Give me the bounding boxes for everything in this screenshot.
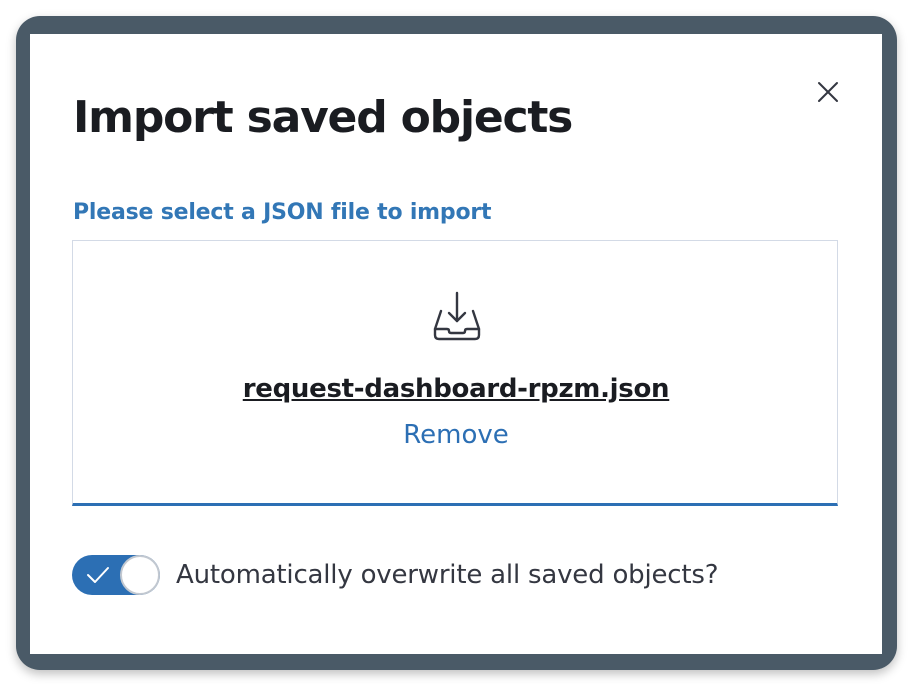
file-dropzone[interactable]: request-dashboard-rpzm.json Remove (72, 240, 838, 506)
overwrite-toggle[interactable] (72, 555, 160, 595)
upload-icon (433, 291, 481, 341)
modal-title: Import saved objects (73, 92, 573, 143)
toggle-knob (120, 555, 160, 595)
file-picker-label: Please select a JSON file to import (73, 200, 492, 225)
close-button[interactable] (812, 76, 844, 108)
check-icon (87, 567, 109, 583)
remove-file-button[interactable]: Remove (73, 419, 839, 451)
overwrite-toggle-label[interactable]: Automatically overwrite all saved object… (176, 559, 719, 591)
close-icon (818, 82, 838, 102)
selected-file-name: request-dashboard-rpzm.json (242, 374, 670, 404)
